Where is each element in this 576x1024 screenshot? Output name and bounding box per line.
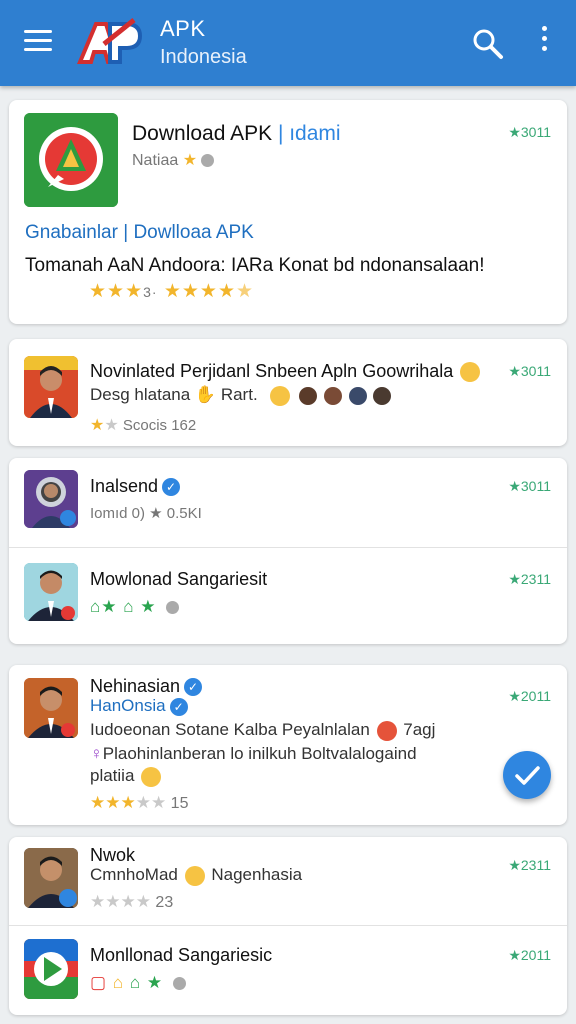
item-subtitle: Desg hlatana ✋ Rart. (90, 385, 392, 406)
list-group-card: Nwok ★2311 CmnhoMad Nagenhasia ★★★★ 23 M… (9, 837, 567, 1015)
star-icon: ★ (182, 152, 198, 169)
location-icon (201, 154, 215, 168)
search-icon[interactable] (470, 26, 504, 60)
item-thumbnail (24, 356, 78, 418)
list-item[interactable]: Nehinasian ✓ ★2011 HanOnsia ✓ Iudoeonan So… (9, 665, 567, 825)
item-thumbnail (24, 939, 78, 999)
item-description-2: ♀Plaohinlanberan lo inilkuh Boltvalaloga… (90, 744, 417, 763)
brand-title: APK (160, 16, 206, 41)
item-thumbnail (24, 678, 78, 738)
location-icon (172, 977, 186, 991)
emoji-icon (376, 720, 397, 741)
item-meta: Iomıd 0) ★ 0.5KI (90, 505, 202, 522)
verified-icon: ✓ (184, 678, 203, 697)
item-rank: ★3011 (508, 363, 551, 379)
emoji-icon (270, 385, 291, 406)
emoji-icon (184, 865, 205, 886)
confirm-fab[interactable] (503, 751, 551, 799)
item-rank: ★3011 (508, 478, 551, 494)
featured-card[interactable]: Download APK | ıdami ★3011 Natiaa ★ Gnab… (9, 100, 567, 324)
item-rank: ★2311 (508, 571, 551, 587)
item-rating: ⌂★ ⌂ ★ (90, 597, 180, 617)
location-icon (166, 601, 180, 615)
verified-icon: ✓ (169, 697, 188, 716)
menu-icon[interactable] (24, 30, 52, 52)
item-subtitle: CmnhoMad Nagenhasia (90, 865, 303, 886)
list-item[interactable]: Novinlated Perjidanl Snbeen Apln Goowrih… (9, 339, 567, 446)
avatar (348, 386, 367, 405)
featured-title: Download APK | ıdami (132, 122, 341, 145)
emoji-icon (460, 362, 481, 383)
divider (9, 547, 567, 548)
app-bar: APK Indonesia (0, 0, 576, 86)
item-title: Novinlated Perjidanl Snbeen Apln Goowrih… (90, 361, 482, 383)
item-thumbnail (24, 563, 78, 621)
apk-logo (76, 18, 143, 64)
avatar (323, 386, 342, 405)
divider (9, 925, 567, 926)
item-rank: ★2011 (508, 947, 551, 963)
item-title: Mowlonad Sangariesit (90, 569, 268, 589)
item-subtitle: HanOnsia ✓ (90, 696, 188, 716)
featured-meta: Natiaa ★ (132, 150, 215, 170)
featured-links[interactable]: Gnabainlar | Dowlloaa APK (25, 222, 254, 244)
item-title: Nwok (90, 845, 136, 865)
list-group-card: Inalsend ✓ ★3011 Iomıd 0) ★ 0.5KI Mowlona… (9, 458, 567, 644)
item-rating: ▢ ⌂ ⌂ ★ (90, 973, 186, 993)
item-title: Monllonad Sangariesic (90, 945, 273, 965)
item-meta: ★★ Scocis 162 (90, 417, 197, 434)
item-thumbnail (24, 470, 78, 528)
item-meta: ★★★★ 23 (90, 892, 174, 911)
avatar (373, 386, 392, 405)
avatar (299, 386, 318, 405)
more-vert-icon[interactable] (538, 26, 550, 56)
check-icon (515, 766, 540, 785)
item-title: Inalsend ✓ (90, 476, 181, 497)
item-rank: ★2011 (508, 688, 551, 704)
featured-description: Tomanah AaN Andoora: IARa Konat bd ndona… (25, 255, 485, 276)
item-thumbnail (24, 848, 78, 908)
brand-subtitle: Indonesia (160, 46, 247, 68)
item-title: Nehinasian ✓ (90, 676, 203, 697)
item-description-3: platiia (90, 766, 163, 787)
item-rank: ★2311 (508, 857, 551, 873)
item-description: Iudoeonan Sotane Kalba Peyalnlalan 7agj (90, 720, 436, 741)
featured-rating: ★★★3· ★★★★★ (89, 281, 255, 302)
item-meta: ★★★★★ 15 (90, 793, 189, 812)
emoji-icon (141, 766, 162, 787)
featured-rank: ★3011 (508, 124, 551, 140)
featured-app-icon (24, 113, 118, 207)
verified-icon: ✓ (162, 478, 181, 497)
